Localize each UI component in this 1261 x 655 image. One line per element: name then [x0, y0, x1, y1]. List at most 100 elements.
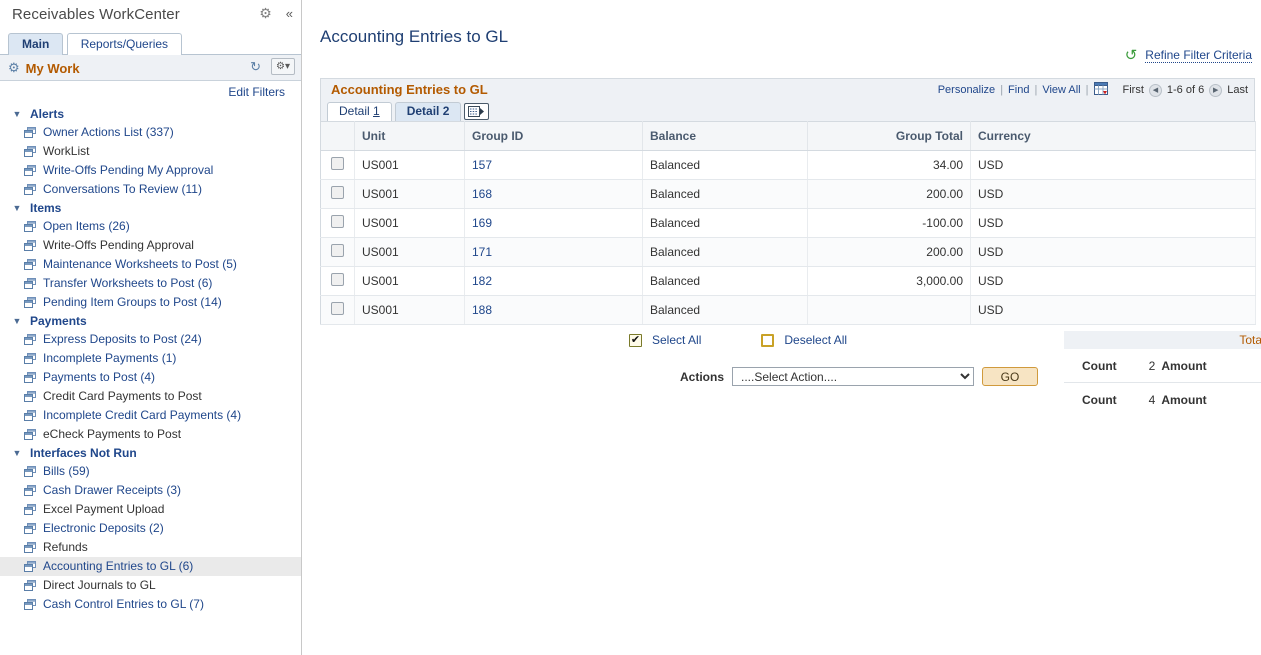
col-balance[interactable]: Balance	[643, 122, 808, 151]
actions-label: Actions	[680, 370, 724, 384]
pager-first-label[interactable]: First	[1123, 84, 1144, 96]
sidebar-item-write-offs-pending-approval[interactable]: Write-Offs Pending Approval	[0, 236, 301, 255]
chevron-left-icon[interactable]: ◀	[1149, 84, 1162, 97]
row-checkbox[interactable]	[331, 273, 344, 286]
sidebar-item-transfer-worksheets-to-post[interactable]: Transfer Worksheets to Post (6)	[0, 274, 301, 293]
toolbar-separator-1: |	[1000, 84, 1003, 96]
sidebar-item-incomplete-payments[interactable]: Incomplete Payments (1)	[0, 349, 301, 368]
deselect-all-label[interactable]: Deselect All	[784, 333, 847, 347]
sidebar-item-excel-payment-upload[interactable]: Excel Payment Upload	[0, 500, 301, 519]
find-link[interactable]: Find	[1008, 84, 1029, 96]
page-link-icon	[24, 240, 36, 251]
col-group-total[interactable]: Group Total	[808, 122, 971, 151]
grid-title: Accounting Entries to GL	[331, 82, 488, 97]
sidebar-item-express-deposits-to-post[interactable]: Express Deposits to Post (24)	[0, 330, 301, 349]
sidebar-item-bills[interactable]: Bills (59)	[0, 462, 301, 481]
group-id-link[interactable]: 169	[472, 216, 492, 230]
workcenter-title-icons: ⚙ «	[259, 6, 293, 20]
totals-count-value: 4	[1131, 383, 1156, 417]
sidebar-item-conversations-to-review[interactable]: Conversations To Review (11)	[0, 180, 301, 199]
cell-unit: US001	[355, 296, 465, 325]
table-row: US001157Balanced34.00USD	[321, 151, 1256, 180]
group-id-link[interactable]: 168	[472, 187, 492, 201]
chevron-down-icon: ▼	[10, 448, 24, 458]
deselect-all-checkbox[interactable]	[761, 334, 774, 347]
chevron-right-icon[interactable]: ▶	[1209, 84, 1222, 97]
tab-reports-queries[interactable]: Reports/Queries	[67, 33, 182, 55]
group-id-link[interactable]: 182	[472, 274, 492, 288]
actions-select[interactable]: ....Select Action....	[732, 367, 974, 386]
refresh-green-icon[interactable]: ↺	[1125, 48, 1138, 63]
refresh-icon[interactable]: ↻	[250, 59, 261, 75]
sidebar-item-cash-drawer-receipts[interactable]: Cash Drawer Receipts (3)	[0, 481, 301, 500]
totals-amount-label: Amount	[1155, 349, 1224, 383]
sidebar-group-alerts[interactable]: ▼Alerts	[0, 105, 301, 123]
row-checkbox[interactable]	[331, 244, 344, 257]
group-id-link[interactable]: 171	[472, 245, 492, 259]
sidebar-item-echeck-payments-to-post[interactable]: eCheck Payments to Post	[0, 425, 301, 444]
page-link-icon	[24, 429, 36, 440]
group-id-link[interactable]: 157	[472, 158, 492, 172]
edit-filters-link[interactable]: Edit Filters	[228, 85, 285, 99]
page-link-icon	[24, 259, 36, 270]
pager-last-label[interactable]: Last	[1227, 84, 1248, 96]
select-all-checkbox[interactable]: ✔	[629, 334, 642, 347]
row-checkbox[interactable]	[331, 157, 344, 170]
my-work-options-button[interactable]: ⚙▾	[271, 58, 295, 75]
sidebar-item-write-offs-pending-my-approval[interactable]: Write-Offs Pending My Approval	[0, 161, 301, 180]
sidebar-item-payments-to-post[interactable]: Payments to Post (4)	[0, 368, 301, 387]
tab-detail-2[interactable]: Detail 2	[395, 102, 462, 121]
download-spreadsheet-icon[interactable]	[1094, 82, 1108, 98]
totals-amount-value: 3,134.00	[1224, 383, 1261, 417]
sidebar-group-items[interactable]: ▼Items	[0, 199, 301, 217]
sidebar-item-refunds[interactable]: Refunds	[0, 538, 301, 557]
cell-currency: USD	[971, 180, 1256, 209]
sidebar-item-accounting-entries-to-gl[interactable]: Accounting Entries to GL (6)	[0, 557, 301, 576]
sidebar-item-open-items[interactable]: Open Items (26)	[0, 217, 301, 236]
page-title: Receivables WorkCenter	[12, 6, 180, 23]
tab-main[interactable]: Main	[8, 33, 63, 55]
grid-toolbar: Personalize | Find | View All |	[938, 79, 1248, 101]
sidebar-item-credit-card-payments-to-post[interactable]: Credit Card Payments to Post	[0, 387, 301, 406]
row-checkbox[interactable]	[331, 302, 344, 315]
collapse-left-icon[interactable]: «	[286, 7, 293, 20]
cell-group-id: 169	[465, 209, 643, 238]
group-id-link[interactable]: 188	[472, 303, 492, 317]
row-checkbox[interactable]	[331, 215, 344, 228]
col-group-id[interactable]: Group ID	[465, 122, 643, 151]
sidebar-item-direct-journals-to-gl[interactable]: Direct Journals to GL	[0, 576, 301, 595]
sidebar-item-electronic-deposits[interactable]: Electronic Deposits (2)	[0, 519, 301, 538]
col-currency[interactable]: Currency	[971, 122, 1256, 151]
sidebar-item-label: Direct Journals to GL	[43, 578, 156, 593]
row-select-cell	[321, 296, 355, 325]
page-link-icon	[24, 184, 36, 195]
my-work-label: My Work	[26, 61, 80, 76]
refine-filter-criteria-link[interactable]: Refine Filter Criteria	[1145, 48, 1252, 63]
sidebar-group-interfaces-not-run[interactable]: ▼Interfaces Not Run	[0, 444, 301, 462]
sidebar-item-pending-item-groups-to-post[interactable]: Pending Item Groups to Post (14)	[0, 293, 301, 312]
sidebar-item-worklist[interactable]: WorkList	[0, 142, 301, 161]
cell-group-total: -100.00	[808, 209, 971, 238]
sidebar-item-owner-actions-list[interactable]: Owner Actions List (337)	[0, 123, 301, 142]
page-link-icon	[24, 165, 36, 176]
sidebar-item-incomplete-credit-card-payments[interactable]: Incomplete Credit Card Payments (4)	[0, 406, 301, 425]
tab-detail-1[interactable]: Detail 1	[327, 102, 392, 121]
sidebar-group-payments[interactable]: ▼Payments	[0, 312, 301, 330]
sidebar-item-label: Refunds	[43, 540, 88, 555]
cell-currency: USD	[971, 296, 1256, 325]
view-all-link[interactable]: View All	[1042, 84, 1080, 96]
personalize-link[interactable]: Personalize	[938, 84, 995, 96]
page-link-icon	[24, 297, 36, 308]
sidebar-item-maintenance-worksheets-to-post[interactable]: Maintenance Worksheets to Post (5)	[0, 255, 301, 274]
refine-filter-row: ↺ Refine Filter Criteria	[1125, 48, 1252, 63]
gear-icon[interactable]: ⚙	[259, 6, 272, 20]
sidebar-item-cash-control-entries-to-gl[interactable]: Cash Control Entries to GL (7)	[0, 595, 301, 614]
col-unit[interactable]: Unit	[355, 122, 465, 151]
row-checkbox[interactable]	[331, 186, 344, 199]
select-all-label[interactable]: Select All	[652, 333, 701, 347]
show-all-columns-icon[interactable]	[464, 103, 489, 120]
go-button[interactable]: GO	[982, 367, 1038, 386]
sidebar-item-label: Cash Drawer Receipts (3)	[43, 483, 181, 498]
cell-group-id: 171	[465, 238, 643, 267]
sidebar-item-label: Open Items (26)	[43, 219, 130, 234]
